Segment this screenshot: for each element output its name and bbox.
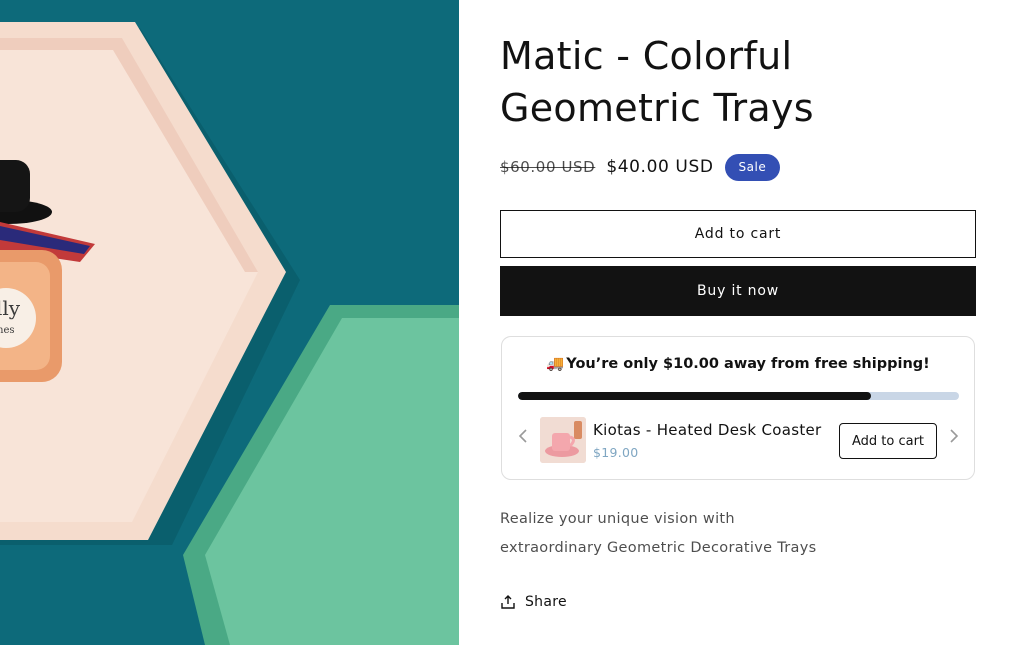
upsell-product-name[interactable]: Kiotas - Heated Desk Coaster — [593, 421, 822, 439]
description-line: Realize your unique vision with — [500, 511, 735, 527]
regular-price: $60.00 USD — [500, 158, 596, 176]
shipping-progress-fill — [518, 392, 871, 400]
product-page: lly mes Matic - Colorful Geometric Trays… — [0, 0, 1024, 645]
svg-text:mes: mes — [0, 325, 15, 336]
product-photo-illustration: lly mes — [0, 0, 459, 645]
svg-text:lly: lly — [0, 296, 21, 320]
product-image[interactable]: lly mes — [0, 0, 459, 645]
free-shipping-text: You’re only $10.00 away from free shippi… — [566, 356, 930, 372]
sale-badge: Sale — [724, 153, 781, 181]
share-button[interactable]: Share — [500, 590, 567, 614]
price-row: $60.00 USD $40.00 USD Sale — [500, 153, 781, 181]
sale-price: $40.00 USD — [606, 157, 714, 177]
chevron-right-icon[interactable] — [947, 429, 961, 447]
free-shipping-message: 🚚 You’re only $10.00 away from free shipp… — [502, 355, 974, 372]
buy-it-now-button[interactable]: Buy it now — [500, 266, 976, 316]
share-label: Share — [525, 594, 567, 610]
product-description: Realize your unique vision with extraord… — [500, 505, 976, 563]
add-to-cart-button[interactable]: Add to cart — [500, 210, 976, 258]
upsell-product-price: $19.00 — [593, 445, 639, 460]
upsell-product-image[interactable] — [540, 417, 586, 463]
shipping-progress-bar — [518, 392, 959, 400]
description-line: extraordinary Geometric Decorative Trays — [500, 540, 817, 556]
upsell-add-to-cart-button[interactable]: Add to cart — [839, 423, 937, 459]
share-icon — [500, 594, 516, 610]
chevron-left-icon[interactable] — [516, 429, 530, 447]
product-title: Matic - Colorful Geometric Trays — [500, 34, 814, 130]
truck-icon: 🚚 — [546, 356, 565, 372]
free-shipping-card: 🚚 You’re only $10.00 away from free shipp… — [501, 336, 975, 480]
